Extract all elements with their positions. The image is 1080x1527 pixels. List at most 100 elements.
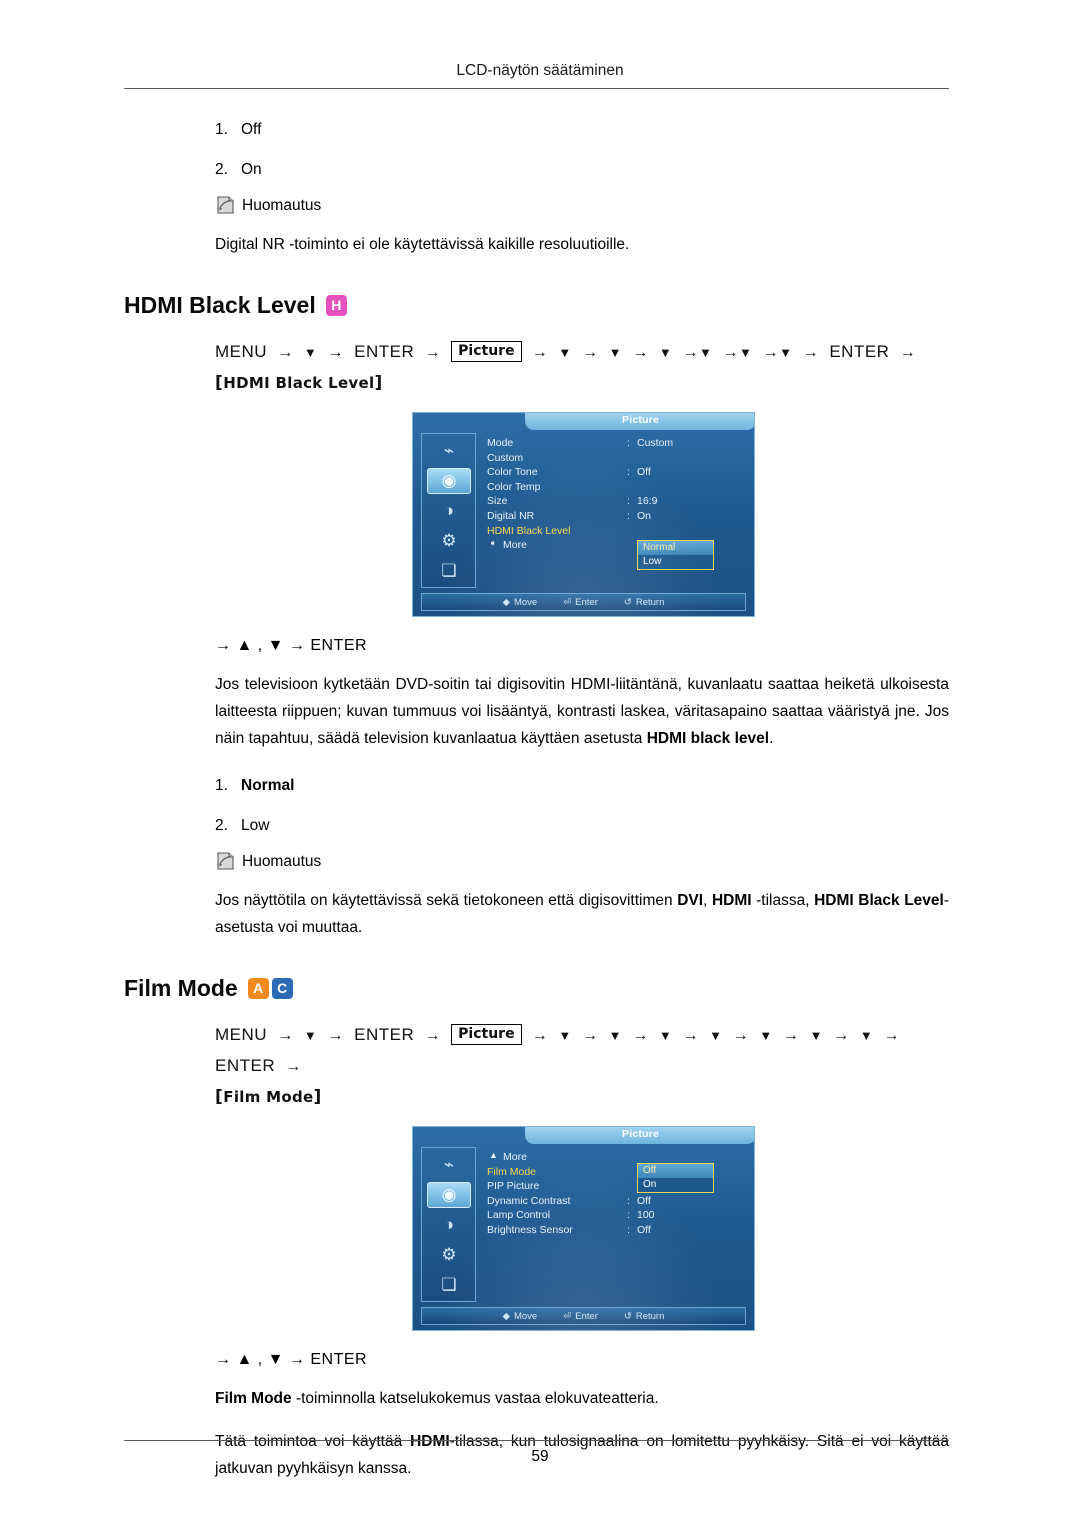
down-arrow-icon: ▼ [658,345,673,360]
osd-sidebar-item-multi-control[interactable]: ❏ [427,558,471,584]
osd-sidebar-item-setup[interactable]: ⚙ [427,528,471,554]
arrow-icon: → [419,1027,446,1044]
note-label: Huomautus [242,852,322,870]
osd-title: Picture [622,1128,659,1140]
body-text: Jos televisioon kytketään DVD-soitin tai… [215,676,949,747]
osd-row-label: Digital NR [487,509,535,522]
osd-popup-item-selected[interactable]: Normal [638,541,713,555]
osd-rows: Mode : Custom Custom Color Tone : Off Co… [487,437,748,554]
osd-row-label: Size [487,495,508,508]
list-number: 1. [215,121,228,138]
arrow-icon: → [894,344,917,361]
list-item: 2. Low [124,806,949,846]
document-page: LCD-näytön säätäminen 1. Off 2. On Huoma… [0,0,1080,1527]
menu-key: MENU [215,1025,268,1044]
osd-row[interactable]: Dynamic Contrast : Off [487,1195,748,1210]
arrow-icon: → [272,1027,299,1044]
osd-row-label: Color Temp [487,480,541,493]
model-tag-a: A [247,978,269,999]
osd-sidebar-item-sound[interactable]: ◑ [427,1212,471,1238]
osd-popup-item-selected[interactable]: Off [638,1164,713,1178]
enter-icon: ⏎ [563,1310,572,1322]
picture-icon: ◉ [441,1185,457,1204]
osd-screenshot-film-mode: Picture ⌁ ◉ ◑ ⚙ ❏ ▲ More Film Mode PIP P… [412,1126,755,1331]
osd-sidebar: ⌁ ◉ ◑ ⚙ ❏ [421,433,476,588]
picture-menu-box: Picture [451,341,522,362]
osd-sidebar-item-picture[interactable]: ◉ [427,468,471,494]
picture-menu-box: Picture [451,1024,522,1045]
down-arrow-icon: ▼ [303,1028,318,1043]
osd-row[interactable]: Brightness Sensor : Off [487,1224,748,1239]
body-bold: Film Mode [215,1390,292,1407]
down-arrow-icon: ▼ [658,1028,673,1043]
osd-row-colon: : [627,495,630,508]
section-heading-film-mode: Film Mode A C [124,975,949,1002]
input-icon: ⌁ [443,441,455,460]
osd-sidebar-item-picture[interactable]: ◉ [427,1182,471,1208]
note-hdmi-black-level: Huomautus [124,852,949,871]
osd-row-colon: : [627,1223,630,1236]
enter-line-film-mode: → ▲ , ▼ → ENTER [215,1351,368,1368]
osd-row-label: Dynamic Contrast [487,1194,571,1207]
list-label: On [241,161,262,178]
move-icon: ◆ [502,1310,510,1322]
osd-popup-film-mode[interactable]: Off On [637,1163,714,1193]
osd-row[interactable]: Size : 16:9 [487,495,748,510]
osd-sidebar-item-multi-control[interactable]: ❏ [427,1272,471,1298]
enter-key: ENTER [354,1025,415,1044]
osd-row[interactable]: Custom [487,452,748,467]
list-number: 2. [215,817,228,834]
list-label: Off [241,121,262,138]
osd-row[interactable]: Digital NR : On [487,510,748,525]
note-bold: HDMI [711,892,752,909]
osd-sidebar-item-sound[interactable]: ◑ [427,498,471,524]
arrow-icon: → [627,344,654,361]
down-arrow-icon: ▼ [859,1028,874,1043]
osd-sidebar-item-input[interactable]: ⌁ [427,438,471,464]
list-item: 2. On [124,150,949,190]
model-tag-h: H [325,295,347,316]
picture-icon: ◉ [441,471,457,490]
down-arrow-icon: ▼ [809,1028,823,1043]
up-arrow-icon: ▲ [489,1150,498,1160]
enter-key: ENTER [215,1056,276,1075]
osd-row[interactable]: Lamp Control : 100 [487,1209,748,1224]
arrow-icon: → [322,344,349,361]
down-arrow-icon: ▼ [709,1028,723,1043]
arrow-icon: → [577,344,604,361]
osd-sidebar: ⌁ ◉ ◑ ⚙ ❏ [421,1147,476,1302]
osd-more-label: More [503,1151,527,1163]
osd-row-label: HDMI Black Level [487,524,571,537]
osd-row-value: Custom [637,437,674,449]
down-arrow-icon: ▼ [739,345,753,360]
list-label: Low [241,817,270,834]
menu-path-hdmi-black-level: MENU → ▼ → ENTER → Picture → ▼ → ▼ → ▼ →… [124,337,949,398]
osd-sidebar-item-input[interactable]: ⌁ [427,1152,471,1178]
header-divider [124,88,949,89]
arrow-icon: → [828,1027,855,1044]
list-number: 2. [215,161,228,178]
arrow-icon: → [797,344,825,361]
osd-row-colon: : [627,1194,630,1207]
note-bold: DVI [677,892,704,909]
osd-row-selected[interactable]: HDMI Black Level [487,525,748,540]
osd-footer-label: Move [513,1310,538,1322]
heading-tags: H [325,295,347,316]
digital-nr-options: 1. Off 2. On [124,110,949,190]
osd-popup-item[interactable]: Low [638,555,713,569]
up-arrow-icon: ▲ [236,1351,253,1368]
osd-footer-enter: ⏎ Enter [563,597,598,608]
osd-title: Picture [622,414,659,426]
arrow-icon: → [727,1027,755,1044]
enter-key: ENTER [310,1351,368,1368]
osd-row[interactable]: Mode : Custom [487,437,748,452]
page-header: LCD-näytön säätäminen [456,62,624,79]
osd-popup-item[interactable]: On [638,1178,713,1192]
osd-popup-hdmi-black-level[interactable]: Normal Low [637,540,714,570]
osd-row[interactable]: Color Tone : Off [487,466,748,481]
osd-row-colon: : [627,509,630,522]
move-icon: ◆ [502,596,510,608]
osd-row[interactable]: Color Temp [487,481,748,496]
osd-sidebar-item-setup[interactable]: ⚙ [427,1242,471,1268]
body-end: . [769,730,774,747]
